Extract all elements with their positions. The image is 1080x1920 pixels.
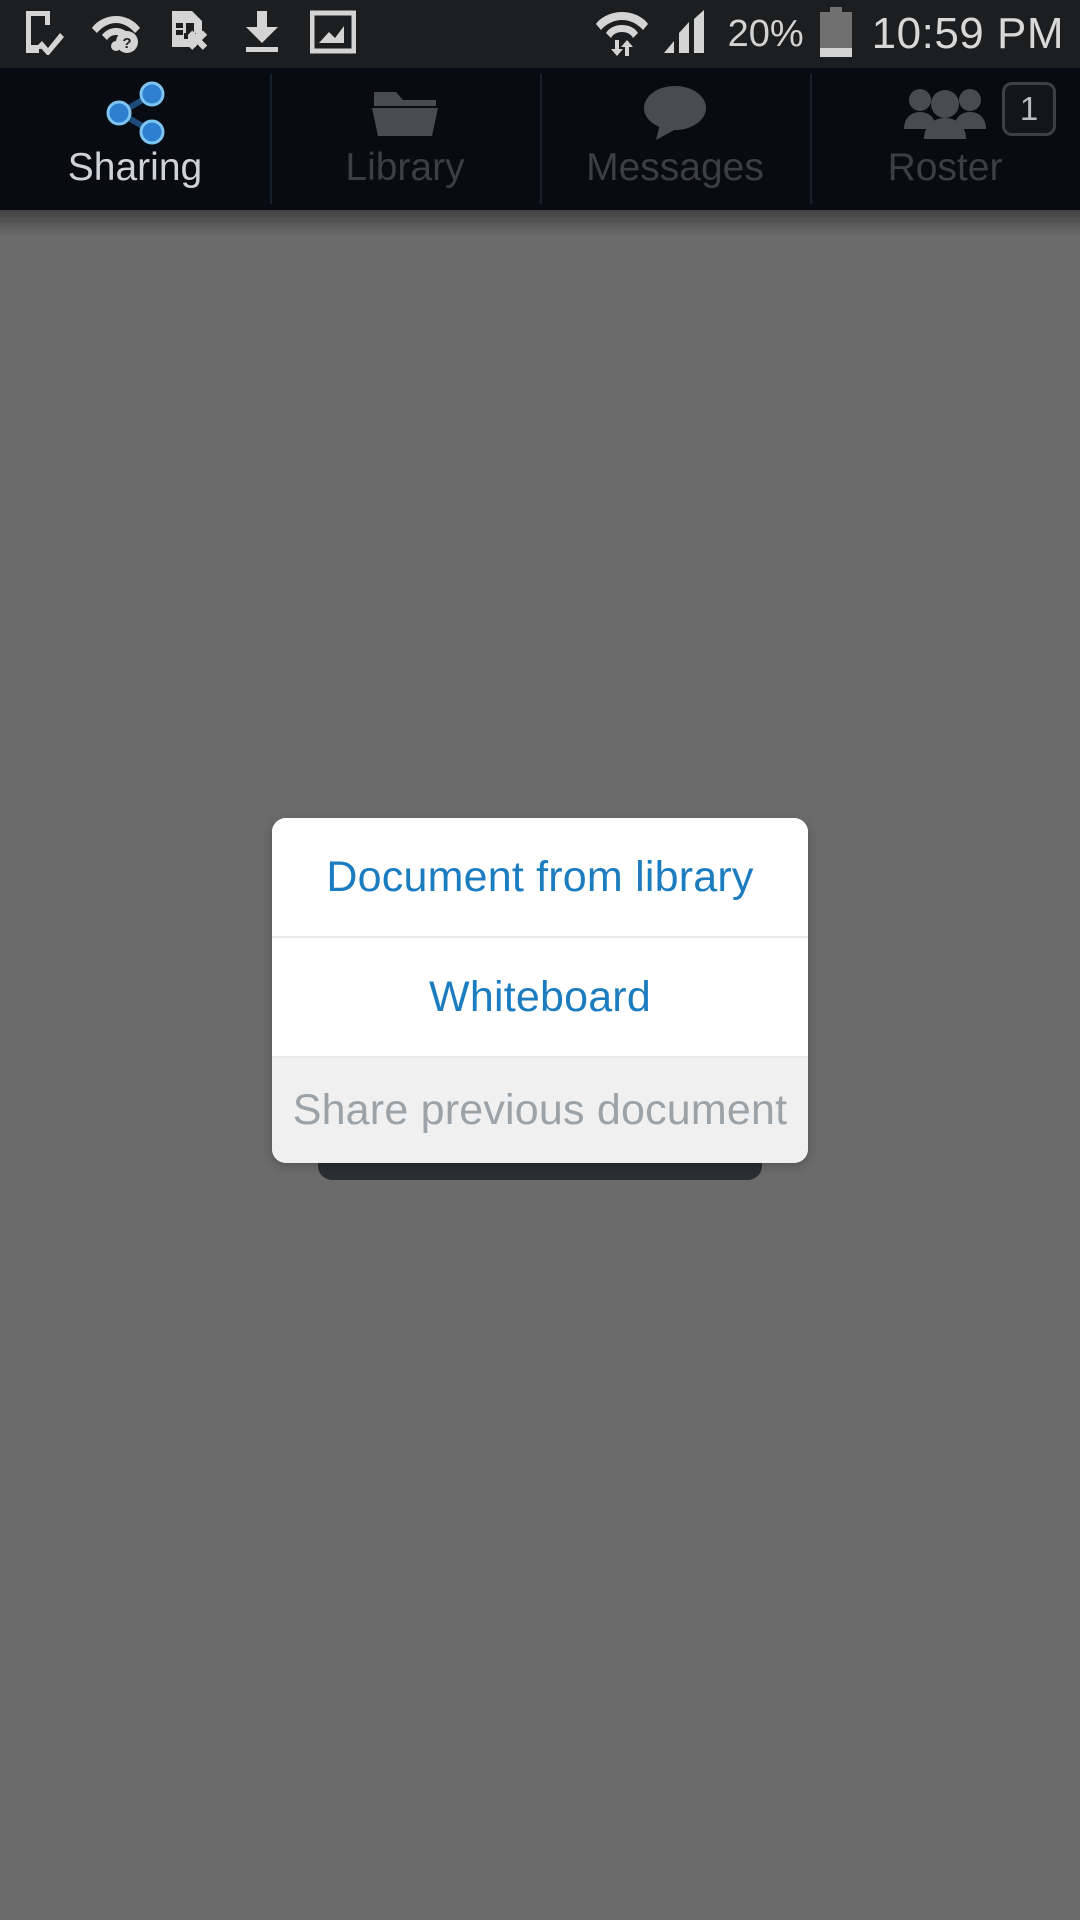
tab-library[interactable]: Library <box>270 68 540 210</box>
battery-percentage-label: 20% <box>727 12 804 55</box>
tab-messages[interactable]: Messages <box>540 68 810 210</box>
people-group-icon <box>902 82 988 144</box>
speech-bubble-icon <box>638 82 712 144</box>
phone-screen: ? 20% 10:59 PM Sharing Library Messages … <box>0 0 1080 1920</box>
share-nodes-icon <box>98 81 172 145</box>
dialog-option-whiteboard[interactable]: Whiteboard <box>272 938 808 1058</box>
image-saved-icon <box>309 9 357 60</box>
cellular-signal-icon <box>662 9 714 60</box>
tab-sharing[interactable]: Sharing <box>0 68 270 210</box>
status-bar: ? 20% 10:59 PM <box>0 0 1080 68</box>
dialog-option-share-previous-document: Share previous document <box>272 1058 808 1163</box>
main-tab-bar: Sharing Library Messages 1 Roster <box>0 68 1080 210</box>
wifi-transfer-icon <box>595 8 648 61</box>
sim-card-error-icon <box>168 9 214 60</box>
download-icon <box>242 9 282 60</box>
device-check-icon <box>22 9 64 60</box>
tab-label-messages: Messages <box>586 146 764 189</box>
wifi-question-icon: ? <box>92 10 140 59</box>
dialog-option-document-from-library[interactable]: Document from library <box>272 818 808 938</box>
share-source-dialog: Document from library Whiteboard Share p… <box>272 818 808 1163</box>
status-bar-clock: 10:59 PM <box>871 9 1064 58</box>
svg-text:?: ? <box>122 35 131 52</box>
folder-icon <box>368 82 442 144</box>
status-bar-right-icons: 20% 10:59 PM <box>595 0 1064 68</box>
status-bar-left-icons: ? <box>0 9 357 60</box>
roster-badge-count: 1 <box>1002 82 1056 136</box>
tab-label-roster: Roster <box>887 146 1003 189</box>
tab-label-library: Library <box>345 146 465 189</box>
battery-icon <box>818 6 854 62</box>
tab-label-sharing: Sharing <box>67 146 203 189</box>
tab-roster[interactable]: 1 Roster <box>810 68 1080 210</box>
